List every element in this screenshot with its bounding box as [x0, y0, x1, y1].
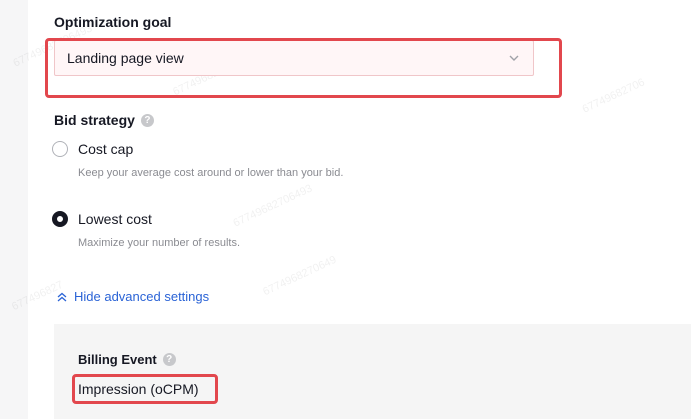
highlight-box-billing-event	[72, 374, 218, 404]
watermark: 67749682706	[580, 76, 647, 116]
radio-option-lowest-cost[interactable]: Lowest cost	[52, 211, 152, 227]
optimization-goal-label: Optimization goal	[54, 14, 171, 30]
radio-option-cost-cap[interactable]: Cost cap	[52, 141, 133, 157]
radio-label-cost-cap: Cost cap	[78, 141, 134, 157]
hide-advanced-settings-label: Hide advanced settings	[74, 289, 210, 304]
watermark: 67749682706493	[231, 182, 315, 230]
hide-advanced-settings-link[interactable]: Hide advanced settings	[56, 289, 209, 304]
bid-strategy-label: Bid strategy ?	[54, 112, 154, 128]
optimization-goal-label-text: Optimization goal	[54, 14, 172, 30]
left-margin-strip	[0, 0, 28, 419]
bid-strategy-label-text: Bid strategy	[54, 112, 135, 128]
radio-unchecked-icon[interactable]	[52, 141, 68, 157]
double-chevron-up-icon	[57, 292, 67, 301]
billing-event-label-text: Billing Event	[78, 352, 157, 367]
radio-label-lowest-cost: Lowest cost	[78, 211, 152, 227]
billing-event-label: Billing Event ?	[78, 352, 176, 367]
help-icon[interactable]: ?	[162, 353, 176, 366]
watermark: 6774968270649	[261, 253, 339, 299]
highlight-box-optimization-goal	[45, 38, 562, 98]
radio-description-lowest-cost: Maximize your number of results.	[78, 237, 240, 249]
advanced-settings-panel	[54, 324, 691, 419]
radio-description-cost-cap: Keep your average cost around or lower t…	[78, 167, 344, 179]
radio-checked-icon[interactable]	[52, 211, 68, 227]
help-icon[interactable]: ?	[140, 113, 154, 127]
